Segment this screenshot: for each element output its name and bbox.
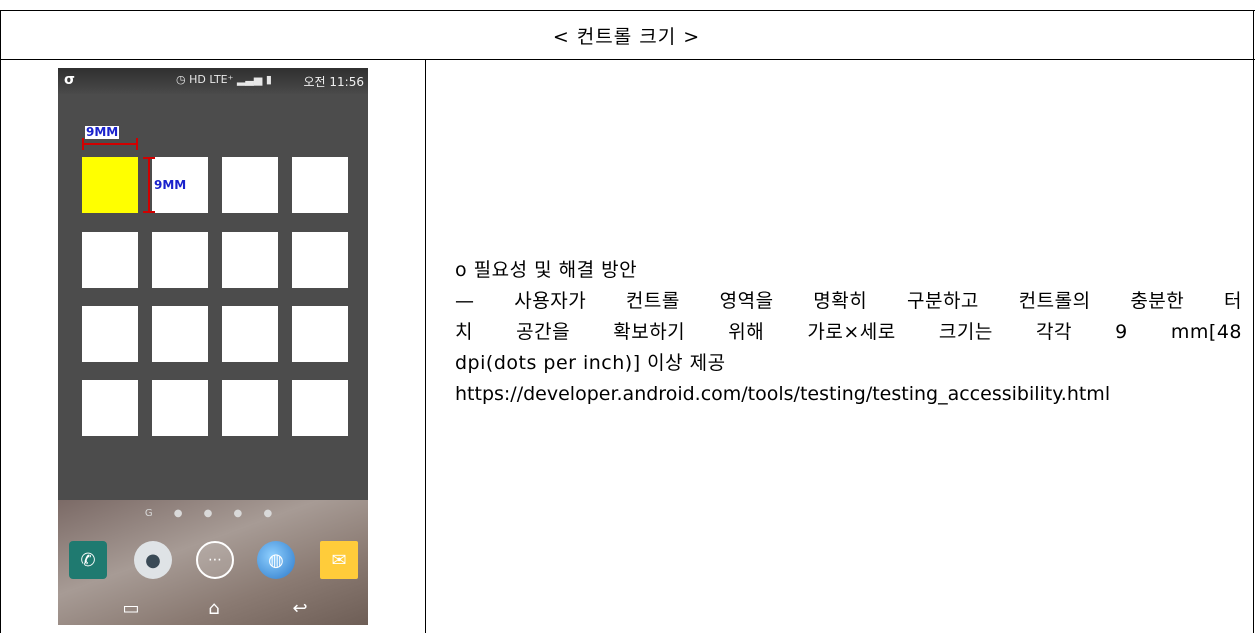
- grid-tile[interactable]: [152, 232, 208, 288]
- home-icon[interactable]: ⌂: [194, 598, 234, 619]
- back-icon[interactable]: ↩: [280, 598, 320, 619]
- document-table: < 컨트롤 크기 > σ ◷ HD LTE⁺ ▂▃▅ ▮ 오전 11:56 9M…: [0, 0, 1255, 633]
- width-dimension-label: 9MM: [85, 125, 120, 139]
- table-border-right: [1253, 10, 1254, 633]
- recent-apps-icon[interactable]: ▭: [111, 598, 151, 619]
- description-line: dpi(dots per inch)] 이상 제공: [455, 352, 726, 374]
- carrier-logo: σ: [64, 72, 75, 88]
- status-icons: ◷ HD LTE⁺ ▂▃▅ ▮: [176, 73, 272, 86]
- status-bar: σ ◷ HD LTE⁺ ▂▃▅ ▮ 오전 11:56: [58, 68, 368, 94]
- alarm-icon: ◷: [176, 73, 186, 86]
- navigation-bar: ▭ ⌂ ↩: [58, 598, 368, 625]
- grid-tile[interactable]: [292, 157, 348, 213]
- grid-tile[interactable]: [222, 306, 278, 362]
- section-heading: o 필요성 및 해결 방안: [455, 259, 638, 281]
- network-label: HD LTE⁺: [189, 73, 234, 86]
- phone-icon[interactable]: ✆: [69, 541, 107, 579]
- height-dimension-tick-top: [143, 157, 155, 159]
- table-border-left: [0, 10, 1, 633]
- table-column-divider: [425, 59, 426, 633]
- status-time: 오전 11:56: [303, 75, 364, 89]
- reference-url[interactable]: https://developer.android.com/tools/test…: [455, 379, 1242, 410]
- grid-tile[interactable]: [292, 306, 348, 362]
- grid-tile[interactable]: [222, 380, 278, 436]
- battery-icon: ▮: [265, 73, 272, 86]
- grid-tile[interactable]: [222, 232, 278, 288]
- height-dimension-line: [148, 157, 150, 213]
- signal-icon: ▂▃▅: [236, 73, 263, 86]
- grid-tile[interactable]: [292, 232, 348, 288]
- apps-icon[interactable]: ⋯: [196, 541, 234, 579]
- table-border-header-bottom: [0, 59, 1255, 60]
- width-dimension-tick-left: [82, 138, 84, 150]
- grid-tile[interactable]: [82, 232, 138, 288]
- description-line: — 사용자가 컨트롤 영역을 명확히 구분하고 컨트롤의 충분한 터: [455, 290, 1242, 312]
- grid-tile-highlighted[interactable]: [82, 157, 138, 213]
- grid-tile[interactable]: [292, 380, 348, 436]
- width-dimension-line: [82, 143, 138, 145]
- grid-tile[interactable]: [82, 380, 138, 436]
- grid-tile[interactable]: [152, 380, 208, 436]
- page-indicator: G ● ● ● ●: [144, 508, 282, 519]
- contacts-icon[interactable]: ●: [134, 541, 172, 579]
- description-cell: o 필요성 및 해결 방안 — 사용자가 컨트롤 영역을 명확히 구분하고 컨트…: [455, 255, 1242, 410]
- grid-tile[interactable]: [82, 306, 138, 362]
- phone-screenshot: σ ◷ HD LTE⁺ ▂▃▅ ▮ 오전 11:56 9MM 9MM G ● ●…: [58, 68, 368, 625]
- table-header-title: < 컨트롤 크기 >: [552, 25, 701, 48]
- grid-tile[interactable]: [222, 157, 278, 213]
- height-dimension-label: 9MM: [154, 178, 187, 192]
- email-icon[interactable]: ✉: [320, 541, 358, 579]
- height-dimension-tick-bottom: [143, 211, 155, 213]
- description-line: 치 공간을 확보하기 위해 가로×세로 크기는 각각 9 mm[48: [455, 321, 1242, 343]
- grid-tile[interactable]: [152, 306, 208, 362]
- width-dimension-tick-right: [136, 138, 138, 150]
- browser-icon[interactable]: ◍: [257, 541, 295, 579]
